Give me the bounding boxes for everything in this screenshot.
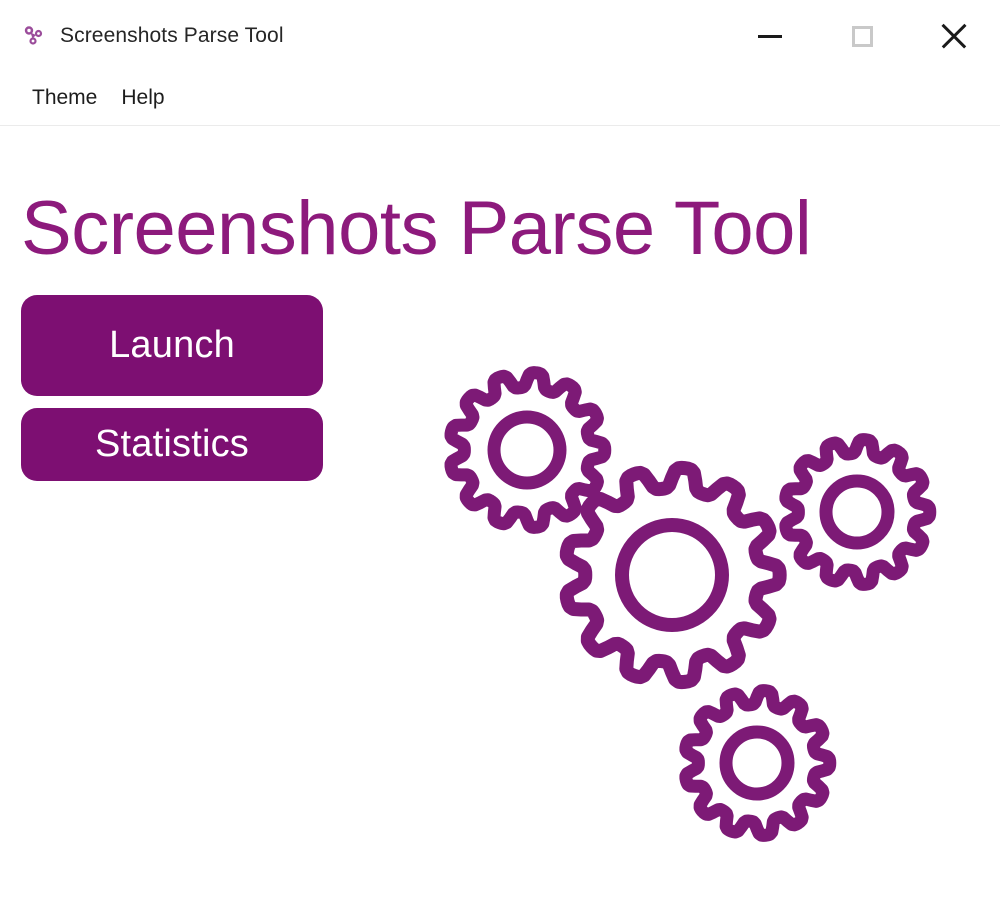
gear-center <box>559 460 787 690</box>
gear-top-left <box>444 366 612 534</box>
statistics-button[interactable]: Statistics <box>21 408 323 481</box>
close-button[interactable] <box>908 0 1000 72</box>
gear-center-hole <box>615 518 729 632</box>
main-content: Screenshots Parse Tool Launch Statistics <box>0 126 1000 900</box>
gear-bottom <box>679 684 837 842</box>
maximize-button[interactable] <box>816 0 908 72</box>
action-button-group: Launch Statistics <box>21 295 323 481</box>
launch-button[interactable]: Launch <box>21 295 323 396</box>
menu-item-theme[interactable]: Theme <box>20 84 109 114</box>
app-window: Screenshots Parse Tool Theme Help Screen… <box>0 0 1000 900</box>
app-gears-icon <box>24 26 43 45</box>
menu-bar: Theme Help <box>0 72 1000 125</box>
title-bar-left: Screenshots Parse Tool <box>0 0 284 72</box>
minimize-icon <box>758 34 782 38</box>
window-controls <box>724 0 1000 72</box>
gear-top-left-hole <box>487 410 567 490</box>
gear-bottom-hole <box>719 725 795 801</box>
title-bar: Screenshots Parse Tool <box>0 0 1000 72</box>
minimize-button[interactable] <box>724 0 816 72</box>
window-title: Screenshots Parse Tool <box>60 24 284 47</box>
gear-right-hole <box>819 474 895 550</box>
page-title: Screenshots Parse Tool <box>21 186 812 271</box>
maximize-icon <box>851 25 873 47</box>
gear-right <box>779 433 937 591</box>
menu-item-help[interactable]: Help <box>109 84 176 114</box>
close-icon <box>941 23 967 49</box>
